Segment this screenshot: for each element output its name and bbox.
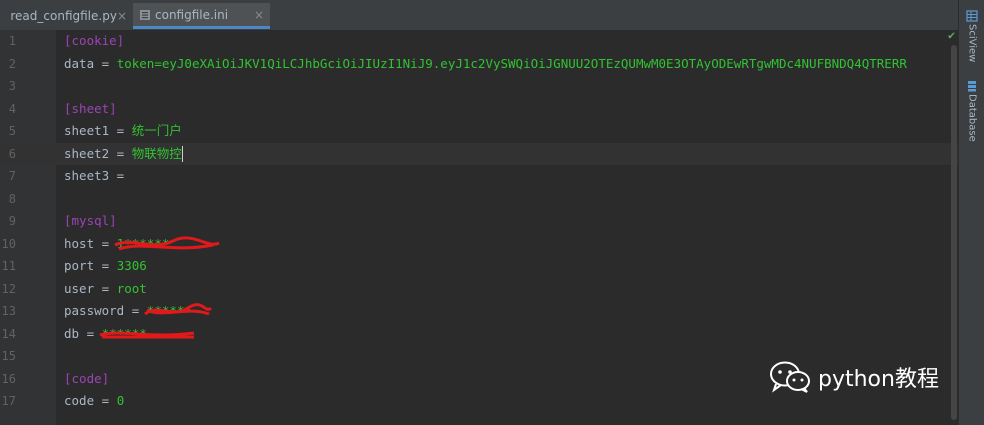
- line-number: 3: [8, 79, 16, 93]
- code-line: 8: [0, 188, 958, 211]
- wechat-watermark: python教程: [768, 360, 939, 394]
- line-number: 13: [1, 304, 16, 318]
- config-key: password =: [64, 303, 147, 318]
- config-value: 0: [116, 393, 125, 408]
- sciview-tool-button[interactable]: SciView: [963, 10, 981, 62]
- database-label: Database: [966, 94, 978, 142]
- config-value: 物联物控: [131, 145, 182, 161]
- section-header: [mysql]: [64, 213, 117, 228]
- line-number: 10: [1, 236, 16, 251]
- code-line: 1 [cookie]: [0, 30, 958, 53]
- database-icon: [968, 81, 976, 92]
- vertical-scrollbar[interactable]: [951, 45, 957, 420]
- red-scribble-redaction: [114, 235, 220, 250]
- line-number: 16: [1, 371, 16, 386]
- code-line: 3: [0, 75, 958, 98]
- line-number: 9: [8, 214, 16, 228]
- section-header: [sheet]: [64, 100, 117, 116]
- sciview-icon: [966, 10, 978, 22]
- line-number: 14: [1, 326, 16, 341]
- text-caret: [181, 146, 183, 162]
- code-line: 9 [mysql]: [0, 210, 958, 233]
- code-line: 13 password = ******: [0, 300, 958, 323]
- config-value: 统一门户: [131, 123, 182, 138]
- config-key: port =: [64, 258, 117, 273]
- code-line: 4 [sheet]: [0, 98, 958, 121]
- code-line: 10 host = 1******: [0, 233, 958, 256]
- right-tool-strip: SciView Database: [958, 0, 984, 425]
- line-number: 8: [8, 191, 16, 206]
- section-header: [cookie]: [64, 33, 125, 48]
- config-key: sheet1 =: [64, 123, 132, 138]
- line-number: 6: [8, 146, 16, 161]
- line-number: 11: [1, 259, 16, 273]
- config-key: user =: [64, 280, 117, 296]
- config-value: root: [116, 280, 147, 296]
- config-key: sheet3 =: [64, 168, 132, 183]
- ini-file-icon: [140, 9, 150, 20]
- code-line: 14 db = ******: [0, 323, 958, 346]
- close-icon[interactable]: ×: [254, 8, 264, 22]
- watermark-text: python教程: [818, 367, 939, 392]
- database-tool-button[interactable]: Database: [963, 80, 981, 142]
- close-icon[interactable]: ×: [117, 9, 127, 23]
- config-key: db =: [64, 325, 102, 341]
- config-key: sheet2 =: [64, 145, 132, 161]
- line-number: 15: [1, 349, 16, 363]
- code-line: 5 sheet1 = 统一门户: [0, 120, 958, 143]
- config-key: host =: [64, 235, 117, 251]
- line-number: 4: [8, 101, 16, 116]
- config-value: token=eyJ0eXAiOiJKV1QiLCJhbGciOiJIUzI1Ni…: [116, 55, 907, 71]
- config-key: data =: [64, 55, 117, 71]
- sciview-label: SciView: [966, 24, 978, 63]
- line-number: 5: [8, 124, 16, 138]
- editor-tab-bar: read_configfile.py × configfile.ini ×: [0, 0, 958, 31]
- code-line: 7 sheet3 =: [0, 165, 958, 188]
- code-line: 2 data = token=eyJ0eXAiOiJKV1QiLCJhbGciO…: [0, 53, 958, 76]
- code-line: 12 user = root: [0, 278, 958, 301]
- wechat-logo-icon: [770, 361, 810, 393]
- code-line-current: 6 sheet2 = 物联物控: [0, 142, 958, 165]
- tab-configfile[interactable]: configfile.ini ×: [133, 3, 270, 29]
- red-scribble-redaction: [143, 303, 212, 316]
- line-number: 1: [8, 34, 16, 48]
- inspection-ok-check-icon[interactable]: ✔: [948, 28, 955, 42]
- line-number: 2: [8, 56, 16, 71]
- line-number: 12: [1, 281, 16, 296]
- red-scribble-redaction: [99, 331, 194, 338]
- tab-label: read_configfile.py: [10, 9, 117, 23]
- section-header: [code]: [64, 370, 110, 386]
- tab-read-configfile[interactable]: read_configfile.py ×: [0, 3, 133, 29]
- tab-label: configfile.ini: [155, 7, 229, 22]
- line-number: 17: [1, 394, 16, 408]
- config-key: code =: [64, 393, 117, 408]
- config-value: 3306: [116, 258, 147, 273]
- line-number: 7: [8, 169, 16, 183]
- code-line: 11 port = 3306: [0, 255, 958, 278]
